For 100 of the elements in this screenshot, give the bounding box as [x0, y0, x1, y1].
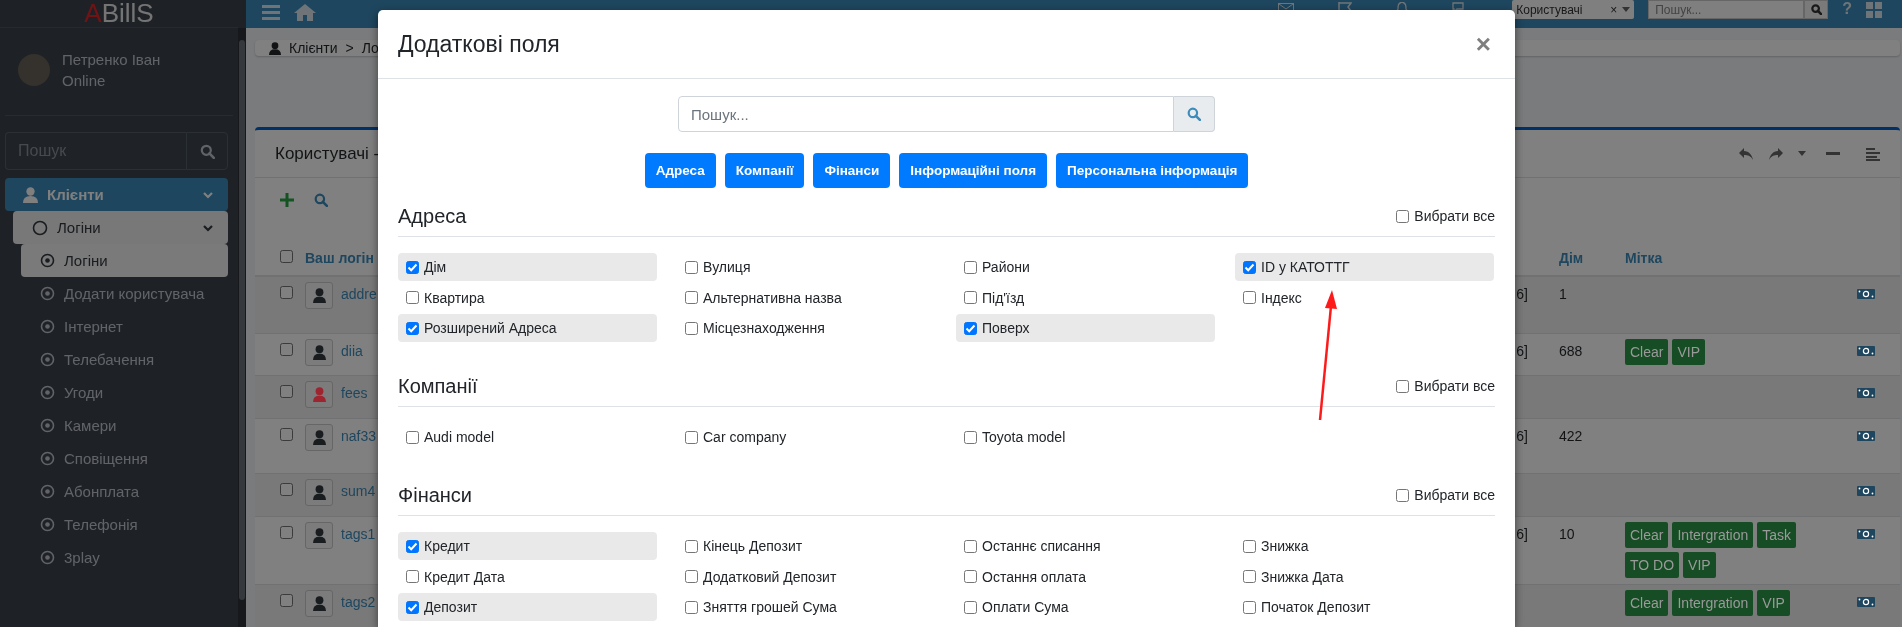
menu-item[interactable]: Телебачення [21, 343, 228, 376]
checkbox[interactable] [685, 321, 698, 335]
menu-item[interactable]: Сповіщення [21, 442, 228, 475]
field-option[interactable]: Кінець Депозит [677, 532, 936, 560]
field-option[interactable]: Кредит Дата [398, 562, 657, 591]
field-option[interactable]: Альтернативна назва [677, 283, 936, 312]
field-option[interactable]: Знижка Дата [1235, 562, 1494, 591]
checkbox[interactable] [1243, 291, 1256, 304]
login-link[interactable]: fees [341, 385, 368, 401]
category-button[interactable]: Інформаційні поля [899, 153, 1048, 188]
checkbox[interactable] [280, 286, 293, 299]
redo-icon[interactable] [1768, 146, 1784, 161]
column-header[interactable]: Ваш логін [299, 250, 374, 266]
category-button[interactable]: Фінанси [813, 153, 891, 188]
menu-item[interactable]: Додати користувача [21, 277, 228, 310]
field-option[interactable]: Остання оплата [956, 562, 1215, 591]
checkbox[interactable] [406, 321, 419, 335]
checkbox[interactable] [1243, 600, 1256, 614]
field-option[interactable]: Дім [398, 253, 657, 281]
field-option[interactable]: Місцезнаходження [677, 314, 936, 342]
breadcrumb-link[interactable]: Ло [361, 40, 379, 56]
money-icon[interactable] [1857, 529, 1875, 539]
field-option[interactable]: Audi model [398, 423, 657, 451]
checkbox[interactable] [685, 291, 698, 304]
menu-item[interactable]: Клієнти [5, 178, 228, 211]
search-icon[interactable] [314, 193, 328, 207]
checkbox[interactable] [280, 428, 293, 441]
checkbox[interactable] [406, 430, 419, 444]
checkbox[interactable] [1243, 539, 1256, 553]
menu-item[interactable]: Інтернет [21, 310, 228, 343]
field-option[interactable]: Оплати Сума [956, 593, 1215, 621]
checkbox[interactable] [964, 539, 977, 553]
checkbox[interactable] [964, 291, 977, 304]
checkbox[interactable] [1396, 209, 1410, 223]
login-link[interactable]: tags2 [341, 594, 376, 610]
field-option[interactable]: Розширений Адреса [398, 314, 657, 342]
checkbox[interactable] [1396, 379, 1410, 393]
checkbox[interactable] [685, 539, 698, 553]
field-option[interactable]: Квартира [398, 283, 657, 312]
field-option[interactable]: Поверх [956, 314, 1215, 342]
checkbox[interactable] [964, 260, 977, 274]
field-option[interactable]: Вулиця [677, 253, 936, 281]
menu-item[interactable]: Камери [21, 409, 228, 442]
clear-button[interactable]: × [1610, 2, 1618, 17]
field-option[interactable]: Депозит [398, 593, 657, 621]
close-button[interactable]: × [1471, 28, 1495, 60]
column-header[interactable]: Дім [1552, 250, 1584, 266]
money-icon[interactable] [1857, 346, 1875, 356]
field-option[interactable]: Індекс [1235, 283, 1494, 312]
checkbox[interactable] [280, 385, 293, 398]
checkbox[interactable] [280, 483, 293, 496]
module-select[interactable]: Користувачі × [1512, 0, 1635, 19]
checkbox[interactable] [685, 260, 698, 274]
menu-item[interactable]: Угоди [21, 376, 228, 409]
checkbox[interactable] [280, 343, 293, 356]
checkbox[interactable] [685, 430, 698, 444]
checkbox[interactable] [964, 570, 977, 583]
money-icon[interactable] [1857, 486, 1875, 496]
checkbox[interactable] [280, 526, 293, 539]
checkbox[interactable] [1396, 488, 1410, 502]
checkbox[interactable] [964, 321, 977, 335]
plus-icon[interactable] [280, 193, 294, 207]
field-option[interactable]: Кредит [398, 532, 657, 560]
field-option[interactable]: Car company [677, 423, 936, 451]
checkbox[interactable] [964, 430, 977, 444]
category-button[interactable]: Персональна інформація [1056, 153, 1249, 188]
select-all-option[interactable]: Вибрати все [1396, 208, 1495, 224]
money-icon[interactable] [1857, 388, 1875, 398]
checkbox[interactable] [280, 250, 293, 263]
menu-item[interactable]: 3play [21, 541, 228, 574]
checkbox[interactable] [964, 600, 977, 614]
undo-icon[interactable] [1738, 146, 1754, 161]
checkbox[interactable] [685, 600, 698, 614]
checkbox[interactable] [406, 291, 419, 304]
field-option[interactable]: Початок Депозит [1235, 593, 1494, 621]
field-option[interactable]: Додатковий Депозит [677, 562, 936, 591]
menu-item[interactable]: Абонплата [21, 475, 228, 508]
breadcrumb-link[interactable]: Клієнти [289, 40, 338, 56]
category-button[interactable]: Адреса [644, 153, 716, 188]
checkbox[interactable] [406, 260, 419, 274]
menu-item[interactable]: Телефонія [21, 508, 228, 541]
search-button[interactable] [186, 132, 228, 170]
checkbox[interactable] [280, 594, 293, 607]
checkbox[interactable] [406, 600, 419, 614]
checkbox[interactable] [406, 539, 419, 553]
field-option[interactable]: ID у КАТОТТГ [1235, 253, 1494, 281]
money-icon[interactable] [1857, 289, 1875, 299]
field-option[interactable]: Знижка [1235, 532, 1494, 560]
money-icon[interactable] [1857, 431, 1875, 441]
field-option[interactable]: Toyota model [956, 423, 1215, 451]
checkbox[interactable] [1243, 570, 1256, 583]
minus-icon[interactable] [1826, 151, 1840, 156]
login-link[interactable]: sum4 [341, 483, 376, 499]
checkbox[interactable] [406, 570, 419, 583]
column-header[interactable]: Мітка [1618, 250, 1663, 266]
login-link[interactable]: tags1 [341, 526, 376, 542]
field-option[interactable]: Зняття грошей Сума [677, 593, 936, 621]
field-option[interactable]: Останнє списання [956, 532, 1215, 560]
list-icon[interactable] [1866, 146, 1880, 161]
money-icon[interactable] [1857, 597, 1875, 607]
